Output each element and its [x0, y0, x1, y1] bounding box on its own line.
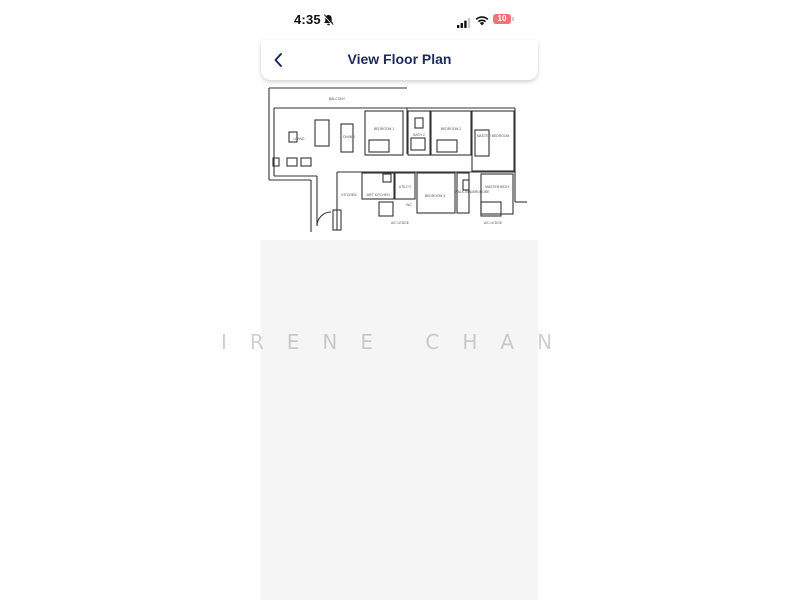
room-label-master-bath: MASTER BATH — [485, 185, 509, 189]
phone-screen: 4:35 10 View Floor Plan BALCONY LIVING D… — [261, 0, 538, 600]
room-label-wet-kitchen: WET KITCHEN — [366, 193, 390, 197]
battery-tip — [512, 17, 514, 21]
status-time: 4:35 — [294, 12, 321, 27]
bell-slash-icon — [323, 13, 334, 26]
room-label-living: LIVING — [293, 137, 304, 141]
floor-plan-image[interactable]: BALCONY LIVING DINING BEDROOM 1 BATH 2 B… — [267, 84, 533, 236]
room-label-dining: DINING — [343, 135, 355, 139]
page-title: View Floor Plan — [347, 51, 452, 67]
top-app-bar: View Floor Plan — [261, 40, 538, 80]
room-label-ac-ledge-1: A/C LEDGE — [391, 221, 410, 225]
room-label-ac-ledge-2: A/C LEDGE — [484, 221, 503, 225]
room-label-bath-2: BATH 2 — [413, 133, 425, 137]
screen: 4:35 10 View Floor Plan BALCONY LIVING D… — [0, 0, 800, 600]
room-label-bedroom-3: BEDROOM 3 — [425, 194, 445, 198]
room-label-kitchen: KITCHEN — [342, 193, 357, 197]
room-label-utility: UTILITY — [399, 185, 412, 189]
room-label-bedroom-1: BEDROOM 1 — [374, 127, 394, 131]
status-bar: 4:35 10 — [261, 0, 538, 40]
room-label-wc: WC — [406, 203, 412, 207]
room-label-master-bedroom: MASTER BEDROOM — [477, 134, 510, 138]
signal-icon — [457, 15, 471, 28]
room-label-walk-in-wardrobe: WALK-IN WARDROBE — [455, 190, 491, 194]
wifi-icon — [475, 13, 489, 26]
room-label-bedroom-2: BEDROOM 2 — [441, 127, 461, 131]
battery-icon: 10 — [493, 14, 511, 24]
room-label-balcony: BALCONY — [329, 97, 346, 101]
content-placeholder — [261, 240, 538, 600]
